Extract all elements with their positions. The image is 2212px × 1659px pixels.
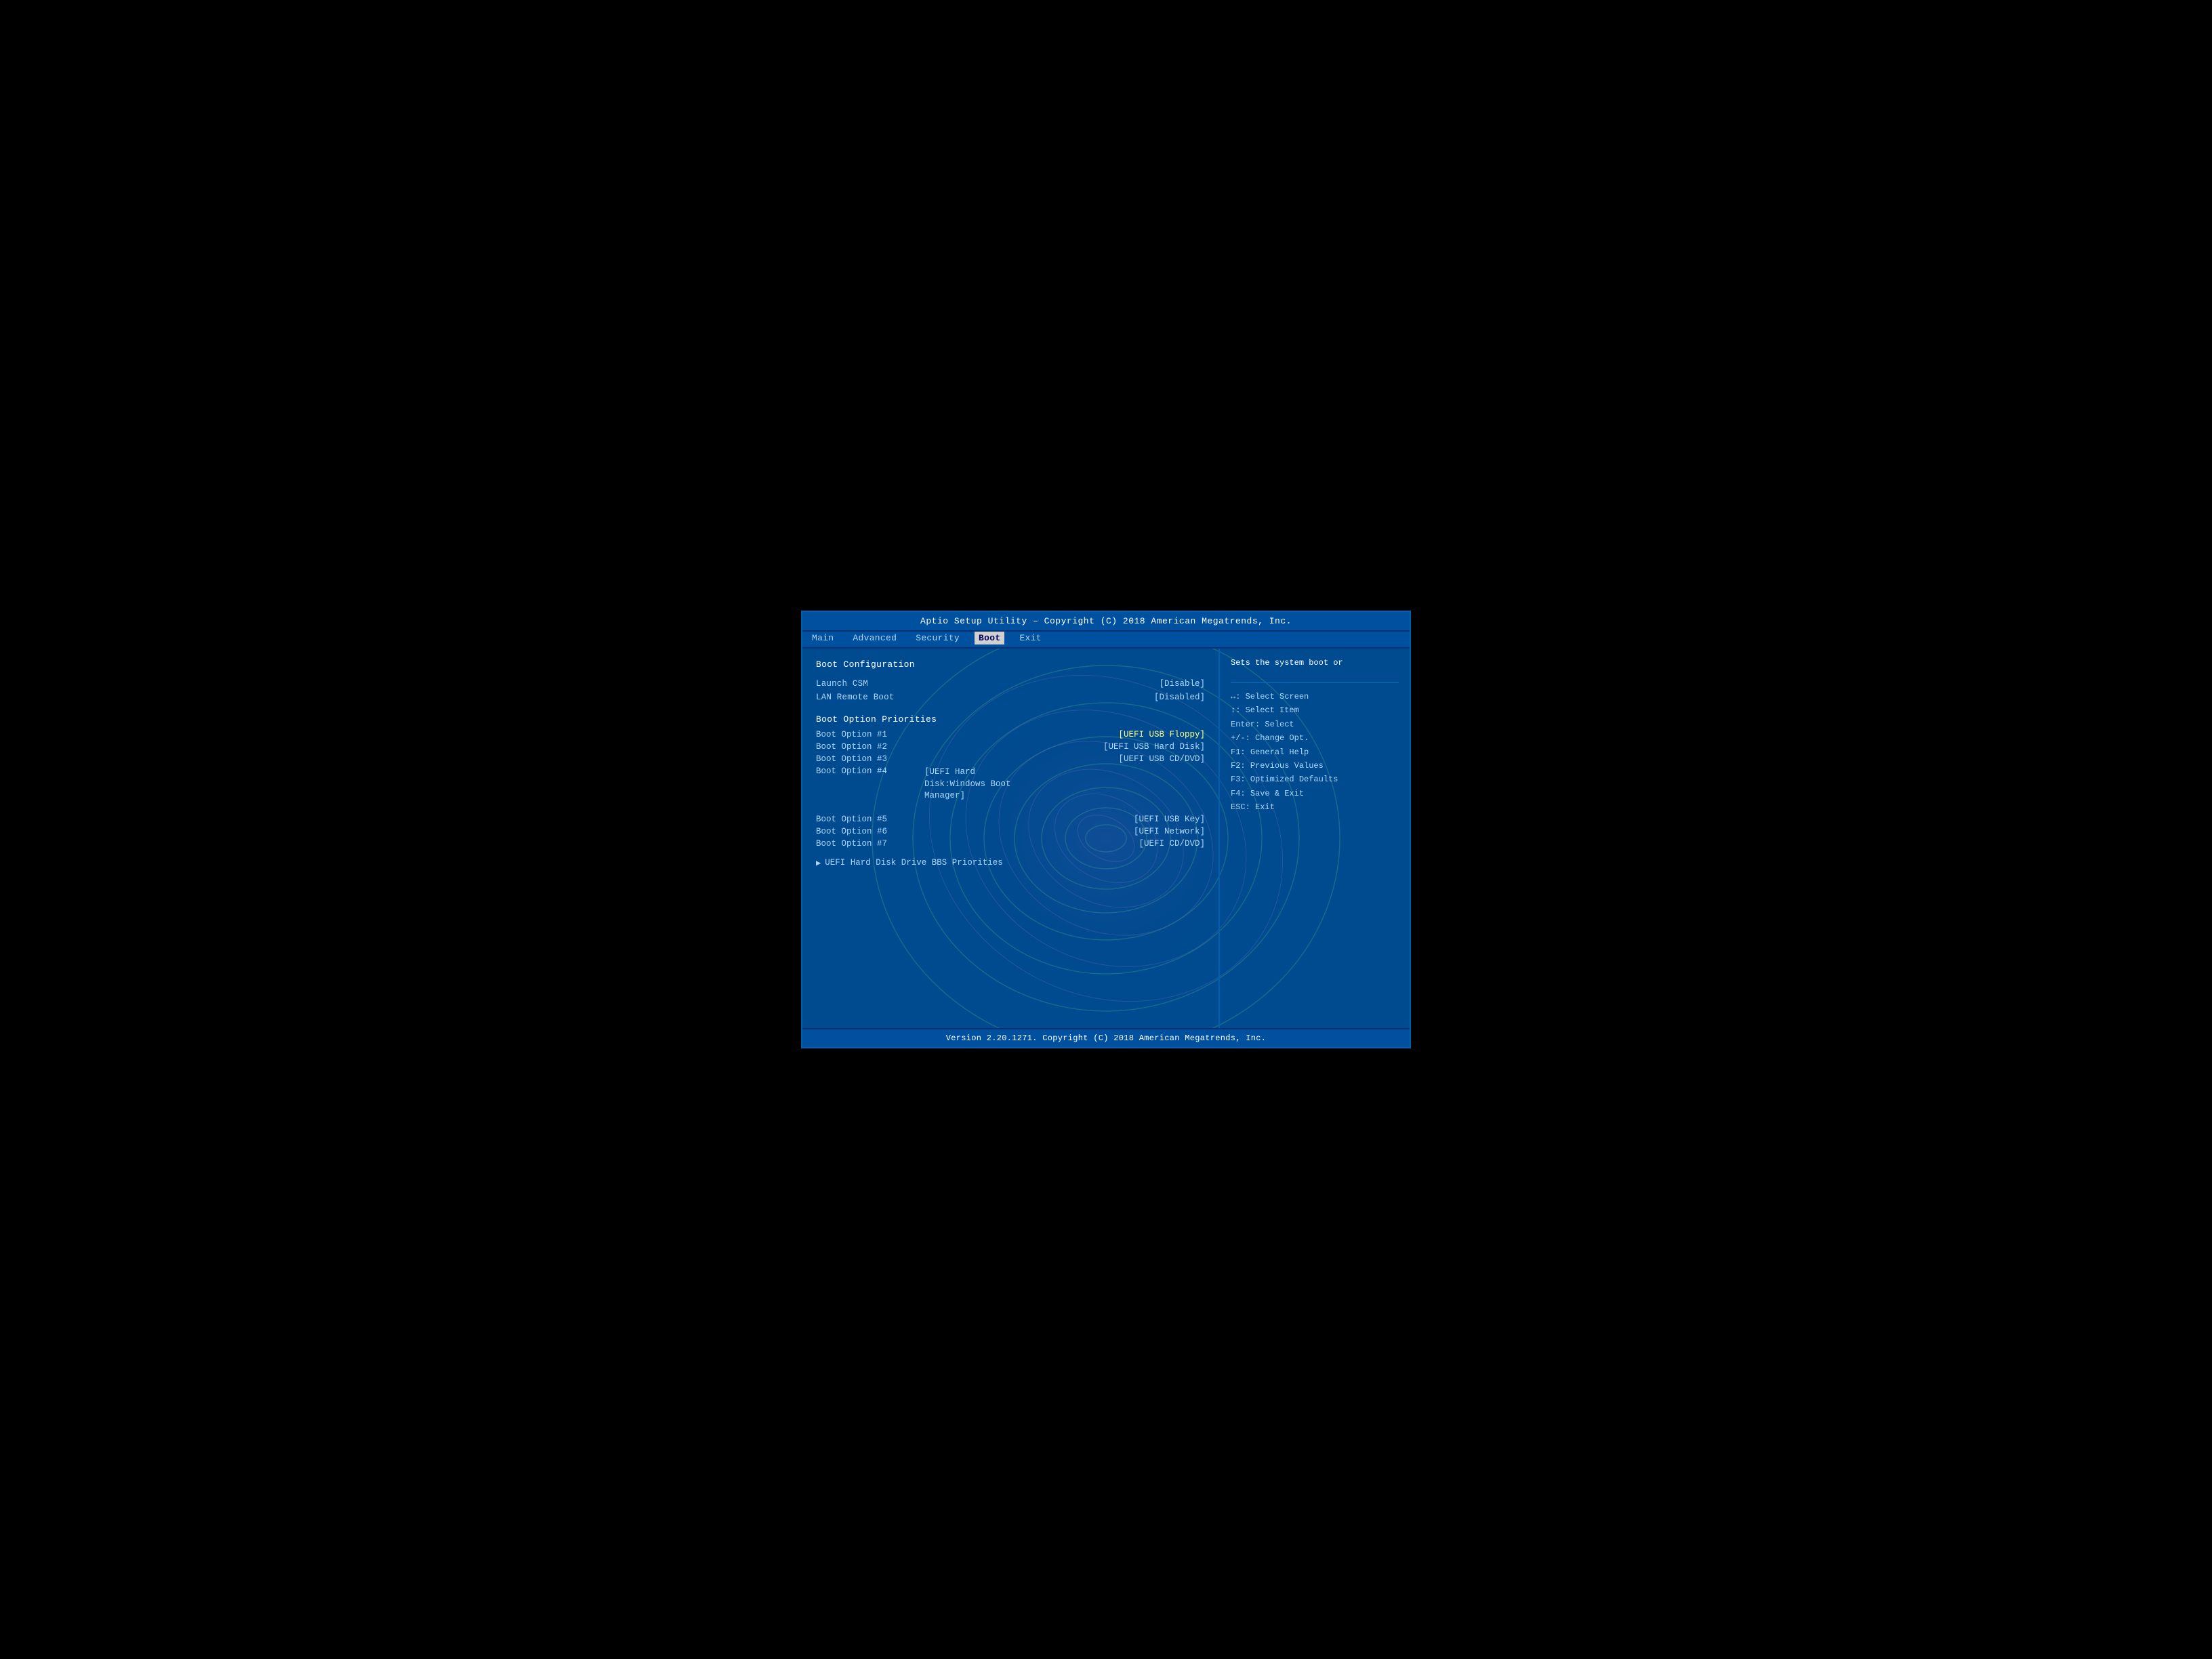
- right-panel: Sets the system boot or ↔: Select Screen…: [1220, 649, 1410, 1028]
- section-title: Boot Configuration: [816, 659, 1205, 670]
- boot-option-2-row[interactable]: Boot Option #2 [UEFI USB Hard Disk]: [816, 742, 1205, 752]
- key-help-enter: Enter: Select: [1231, 718, 1399, 731]
- boot-option-7-value: [UEFI CD/DVD]: [1139, 839, 1205, 848]
- launch-csm-label: Launch CSM: [816, 679, 868, 689]
- boot-option-7-row[interactable]: Boot Option #7 [UEFI CD/DVD]: [816, 839, 1205, 848]
- launch-csm-value: [Disable]: [1159, 679, 1205, 689]
- key-f4-key: F4:: [1231, 789, 1250, 798]
- key-f4-desc: Save & Exit: [1250, 789, 1304, 798]
- key-help-f4: F4: Save & Exit: [1231, 787, 1399, 800]
- nav-item-advanced[interactable]: Advanced: [848, 632, 901, 644]
- footer-text: Version 2.20.1271. Copyright (C) 2018 Am…: [946, 1033, 1267, 1043]
- boot-option-5-row[interactable]: Boot Option #5 [UEFI USB Key]: [816, 815, 1205, 824]
- priorities-title: Boot Option Priorities: [816, 714, 1205, 724]
- header-title: Aptio Setup Utility – Copyright (C) 2018…: [920, 616, 1292, 626]
- bbs-label: UEFI Hard Disk Drive BBS Priorities: [825, 858, 1003, 867]
- key-select-screen-desc: Select Screen: [1246, 692, 1309, 701]
- key-help-f1: F1: General Help: [1231, 745, 1399, 759]
- key-f3-desc: Optimized Defaults: [1250, 775, 1338, 784]
- key-help-f2: F2: Previous Values: [1231, 759, 1399, 773]
- key-help-change-opt: +/-: Change Opt.: [1231, 731, 1399, 745]
- key-select-screen-key: ↔:: [1231, 692, 1246, 701]
- nav-item-boot[interactable]: Boot: [975, 632, 1004, 644]
- triangle-icon: ▶: [816, 858, 821, 868]
- lan-remote-boot-label: LAN Remote Boot: [816, 693, 895, 702]
- bbs-priorities[interactable]: ▶ UEFI Hard Disk Drive BBS Priorities: [816, 858, 1205, 868]
- boot-option-6-row[interactable]: Boot Option #6 [UEFI Network]: [816, 827, 1205, 836]
- key-help-f3: F3: Optimized Defaults: [1231, 773, 1399, 786]
- key-help-esc: ESC: Exit: [1231, 800, 1399, 814]
- nav-item-exit[interactable]: Exit: [1015, 632, 1045, 644]
- separator-line: [1231, 682, 1399, 683]
- boot-option-5-label: Boot Option #5: [816, 815, 887, 824]
- key-help-select-item: ↕: Select Item: [1231, 703, 1399, 717]
- key-f1-key: F1:: [1231, 747, 1250, 757]
- key-f1-desc: General Help: [1250, 747, 1309, 757]
- boot-option-3-value: [UEFI USB CD/DVD]: [1118, 754, 1205, 764]
- boot-option-1-row[interactable]: Boot Option #1 [UEFI USB Floppy]: [816, 730, 1205, 739]
- boot-option-7-label: Boot Option #7: [816, 839, 887, 848]
- boot-option-4-value: [UEFI HardDisk:Windows BootManager]: [924, 766, 1011, 802]
- nav-bar: Main Advanced Security Boot Exit: [802, 632, 1410, 649]
- boot-option-4-label: Boot Option #4: [816, 766, 924, 802]
- bios-screen: Aptio Setup Utility – Copyright (C) 2018…: [801, 611, 1411, 1048]
- key-select-item-desc: Select Item: [1246, 705, 1299, 715]
- header-bar: Aptio Setup Utility – Copyright (C) 2018…: [802, 612, 1410, 632]
- boot-option-2-label: Boot Option #2: [816, 742, 887, 752]
- key-enter-key: Enter:: [1231, 720, 1265, 729]
- main-content: Boot Configuration Launch CSM [Disable] …: [802, 649, 1410, 1028]
- boot-option-6-value: [UEFI Network]: [1134, 827, 1205, 836]
- left-panel: Boot Configuration Launch CSM [Disable] …: [802, 649, 1220, 1028]
- lan-remote-boot-row[interactable]: LAN Remote Boot [Disabled]: [816, 693, 1205, 702]
- key-help-list: ↔: Select Screen ↕: Select Item Enter: S…: [1231, 690, 1399, 815]
- key-change-opt-key: +/-:: [1231, 733, 1255, 743]
- footer-bar: Version 2.20.1271. Copyright (C) 2018 Am…: [802, 1028, 1410, 1047]
- boot-option-4-row[interactable]: Boot Option #4 [UEFI HardDisk:Windows Bo…: [816, 766, 1205, 802]
- key-f3-key: F3:: [1231, 775, 1250, 784]
- boot-option-3-row[interactable]: Boot Option #3 [UEFI USB CD/DVD]: [816, 754, 1205, 764]
- key-f2-desc: Previous Values: [1250, 761, 1324, 771]
- boot-option-2-value: [UEFI USB Hard Disk]: [1103, 742, 1205, 752]
- launch-csm-row[interactable]: Launch CSM [Disable]: [816, 679, 1205, 689]
- boot-option-1-value: [UEFI USB Floppy]: [1118, 730, 1205, 739]
- key-esc-desc: Exit: [1255, 802, 1275, 812]
- help-text: Sets the system boot or: [1231, 657, 1399, 669]
- key-enter-desc: Select: [1265, 720, 1294, 729]
- boot-option-3-label: Boot Option #3: [816, 754, 887, 764]
- boot-option-1-label: Boot Option #1: [816, 730, 887, 739]
- key-select-item-key: ↕:: [1231, 705, 1246, 715]
- nav-item-main[interactable]: Main: [808, 632, 838, 644]
- boot-option-6-label: Boot Option #6: [816, 827, 887, 836]
- key-help-select-screen: ↔: Select Screen: [1231, 690, 1399, 703]
- key-f2-key: F2:: [1231, 761, 1250, 771]
- key-change-opt-desc: Change Opt.: [1255, 733, 1309, 743]
- key-esc-key: ESC:: [1231, 802, 1255, 812]
- nav-item-security[interactable]: Security: [912, 632, 964, 644]
- boot-option-5-value: [UEFI USB Key]: [1134, 815, 1205, 824]
- lan-remote-boot-value: [Disabled]: [1154, 693, 1205, 702]
